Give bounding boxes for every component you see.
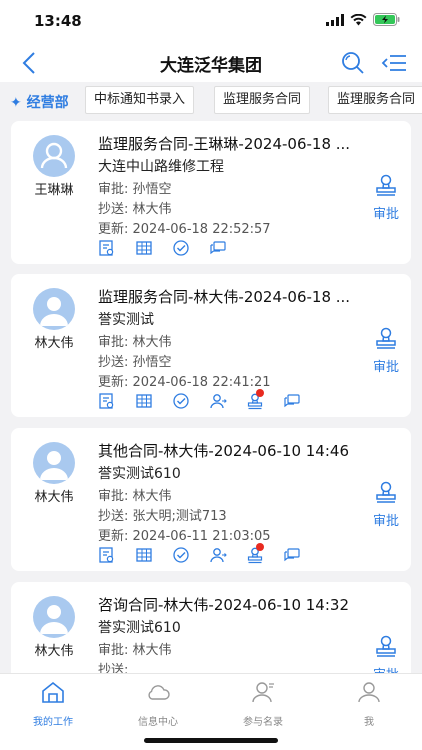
wifi-icon xyxy=(350,13,367,25)
check-circle-icon[interactable] xyxy=(172,239,209,257)
user-placeholder-icon xyxy=(40,297,68,326)
tab-info-center[interactable]: 信息中心 xyxy=(123,679,193,728)
card-actions xyxy=(98,239,246,257)
stamp-icon xyxy=(376,635,396,657)
tab-label: 我 xyxy=(364,717,374,728)
tab-me[interactable]: 我 xyxy=(334,679,404,728)
status-icons xyxy=(326,13,400,26)
card-subtitle: 誉实测试610 xyxy=(98,620,181,636)
chat-icon[interactable] xyxy=(283,546,320,564)
approver: 审批: 林大伟 xyxy=(98,489,172,504)
approve-button[interactable]: 审批 xyxy=(369,173,403,222)
nav-bar: 大连泛华集团 xyxy=(0,44,422,82)
table-icon[interactable] xyxy=(135,546,172,564)
notification-dot xyxy=(256,389,264,397)
department-selector[interactable]: ✦ 经营部 xyxy=(10,92,69,112)
search-icon xyxy=(342,52,364,74)
table-icon[interactable] xyxy=(135,239,172,257)
status-time: 13:48 xyxy=(34,12,82,30)
updated-time: 更新: 2024-06-18 22:41:21 xyxy=(98,375,271,390)
document-search-icon[interactable] xyxy=(98,546,135,564)
cc-list: 抄送: 张大明;测试713 xyxy=(98,509,227,524)
list-item[interactable]: 林大伟 其他合同-林大伟-2024-06-10 14:46 誉实测试610 审批… xyxy=(11,428,411,571)
card-subtitle: 大连中山路维修工程 xyxy=(98,159,224,175)
cc-list: 抄送: 孙悟空 xyxy=(98,355,172,370)
approve-button[interactable]: 审批 xyxy=(369,326,403,375)
signal-icon xyxy=(326,13,344,26)
check-circle-icon[interactable] xyxy=(172,546,209,564)
approver: 审批: 孙悟空 xyxy=(98,182,172,197)
avatar xyxy=(33,288,75,330)
card-title: 监理服务合同-林大伟-2024-06-18 ... xyxy=(98,288,351,306)
card-title: 咨询合同-林大伟-2024-06-10 14:32 xyxy=(98,596,349,614)
user-placeholder-icon xyxy=(40,142,68,169)
tab-label: 参与名录 xyxy=(243,717,283,728)
battery-charging-icon xyxy=(373,13,400,26)
stamp-icon[interactable] xyxy=(246,389,283,410)
card-title: 监理服务合同-王琳琳-2024-06-18 ... xyxy=(98,135,351,153)
home-icon xyxy=(42,681,64,703)
check-circle-icon[interactable] xyxy=(172,392,209,410)
avatar xyxy=(33,135,75,177)
category-tab-bar: ✦ 经营部 中标通知书录入 监理服务合同 监理服务合同 xyxy=(0,82,422,120)
approve-button[interactable]: 审批 xyxy=(369,480,403,529)
list-item[interactable]: 林大伟 监理服务合同-林大伟-2024-06-18 ... 誉实测试 审批: 林… xyxy=(11,274,411,417)
document-search-icon[interactable] xyxy=(98,239,135,257)
home-indicator xyxy=(144,738,278,743)
author-name: 林大伟 xyxy=(34,490,74,505)
user-transfer-icon[interactable] xyxy=(209,392,246,410)
cc-list: 抄送: 林大伟 xyxy=(98,202,172,217)
user-list-icon xyxy=(252,682,274,703)
author-name: 林大伟 xyxy=(34,644,74,659)
document-search-icon[interactable] xyxy=(98,392,135,410)
card-subtitle: 誉实测试 xyxy=(98,312,154,328)
approve-label: 审批 xyxy=(372,360,399,375)
list-item[interactable]: 王琳琳 监理服务合同-王琳琳-2024-06-18 ... 大连中山路维修工程 … xyxy=(11,121,411,264)
table-icon[interactable] xyxy=(135,392,172,410)
stamp-icon xyxy=(376,481,396,503)
author-name: 王琳琳 xyxy=(34,183,74,198)
tab-supervision-contract[interactable]: 监理服务合同 xyxy=(214,86,311,114)
author-name: 林大伟 xyxy=(34,336,74,351)
stamp-icon xyxy=(376,174,396,196)
list-item[interactable]: 林大伟 咨询合同-林大伟-2024-06-10 14:32 誉实测试610 审批… xyxy=(11,582,411,682)
card-subtitle: 誉实测试610 xyxy=(98,466,181,482)
updated-time: 更新: 2024-06-18 22:52:57 xyxy=(98,222,271,237)
tab-label: 我的工作 xyxy=(33,717,73,728)
tab-participant-list[interactable]: 参与名录 xyxy=(228,679,298,728)
user-transfer-icon[interactable] xyxy=(209,546,246,564)
notification-dot xyxy=(256,543,264,551)
avatar xyxy=(33,596,75,638)
menu-button[interactable] xyxy=(380,50,408,76)
approve-label: 审批 xyxy=(372,514,399,529)
card-title: 其他合同-林大伟-2024-06-10 14:46 xyxy=(98,442,349,460)
card-actions xyxy=(98,543,320,564)
approver: 审批: 林大伟 xyxy=(98,643,172,658)
tab-supervision-contract-2[interactable]: 监理服务合同 xyxy=(328,86,422,114)
avatar xyxy=(33,442,75,484)
approver: 审批: 林大伟 xyxy=(98,335,172,350)
cloud-icon xyxy=(148,685,170,700)
status-bar: 13:48 xyxy=(0,0,422,44)
chat-icon[interactable] xyxy=(283,392,320,410)
profile-icon xyxy=(358,682,380,703)
user-placeholder-icon xyxy=(40,451,68,480)
search-button[interactable] xyxy=(340,50,366,76)
user-placeholder-icon xyxy=(40,605,68,634)
tab-my-work[interactable]: 我的工作 xyxy=(18,679,88,728)
tab-label: 信息中心 xyxy=(138,717,178,728)
list-menu-icon xyxy=(381,55,406,71)
stamp-icon xyxy=(376,327,396,349)
tab-bid-notice[interactable]: 中标通知书录入 xyxy=(85,86,195,114)
stamp-icon[interactable] xyxy=(246,543,283,564)
approve-label: 审批 xyxy=(372,207,399,222)
card-actions xyxy=(98,389,320,410)
updated-time: 更新: 2024-06-11 21:03:05 xyxy=(98,529,271,544)
chat-icon[interactable] xyxy=(209,239,246,257)
